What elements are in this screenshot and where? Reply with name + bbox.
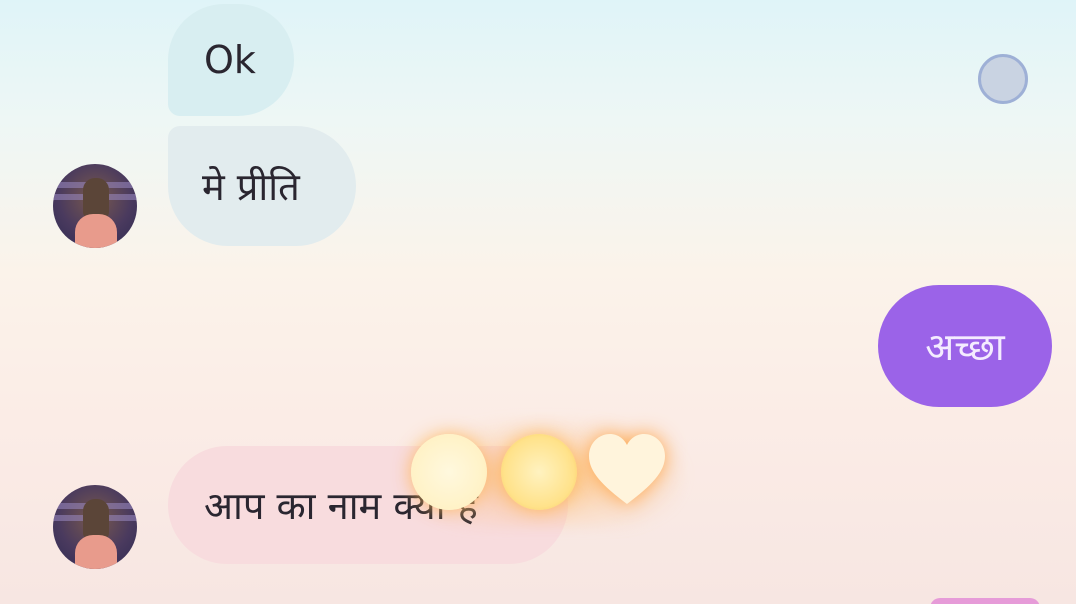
message-text: मे प्रीति <box>202 165 300 209</box>
avatar[interactable] <box>53 164 137 248</box>
avatar[interactable] <box>53 485 137 569</box>
avatar-body <box>75 535 117 569</box>
glow-dot-icon <box>501 434 577 510</box>
message-text: अच्छा <box>925 325 1005 369</box>
heart-icon <box>589 434 665 504</box>
message-bubble-acha[interactable]: अच्छा <box>878 285 1052 407</box>
glow-dot-icon <box>411 434 487 510</box>
avatar-body <box>75 214 117 248</box>
message-text: Ok <box>204 38 256 82</box>
partial-message-bubble[interactable] <box>930 598 1040 604</box>
chat-screen: Ok मे प्रीति अच्छा आप का नाम क्या है <box>0 0 1076 604</box>
avatar-figure <box>83 178 109 218</box>
avatar-figure <box>83 499 109 539</box>
reaction-animation <box>395 408 695 538</box>
message-bubble-name[interactable]: मे प्रीति <box>168 126 356 246</box>
status-indicator-icon[interactable] <box>978 54 1028 104</box>
message-bubble-ok[interactable]: Ok <box>168 4 294 116</box>
